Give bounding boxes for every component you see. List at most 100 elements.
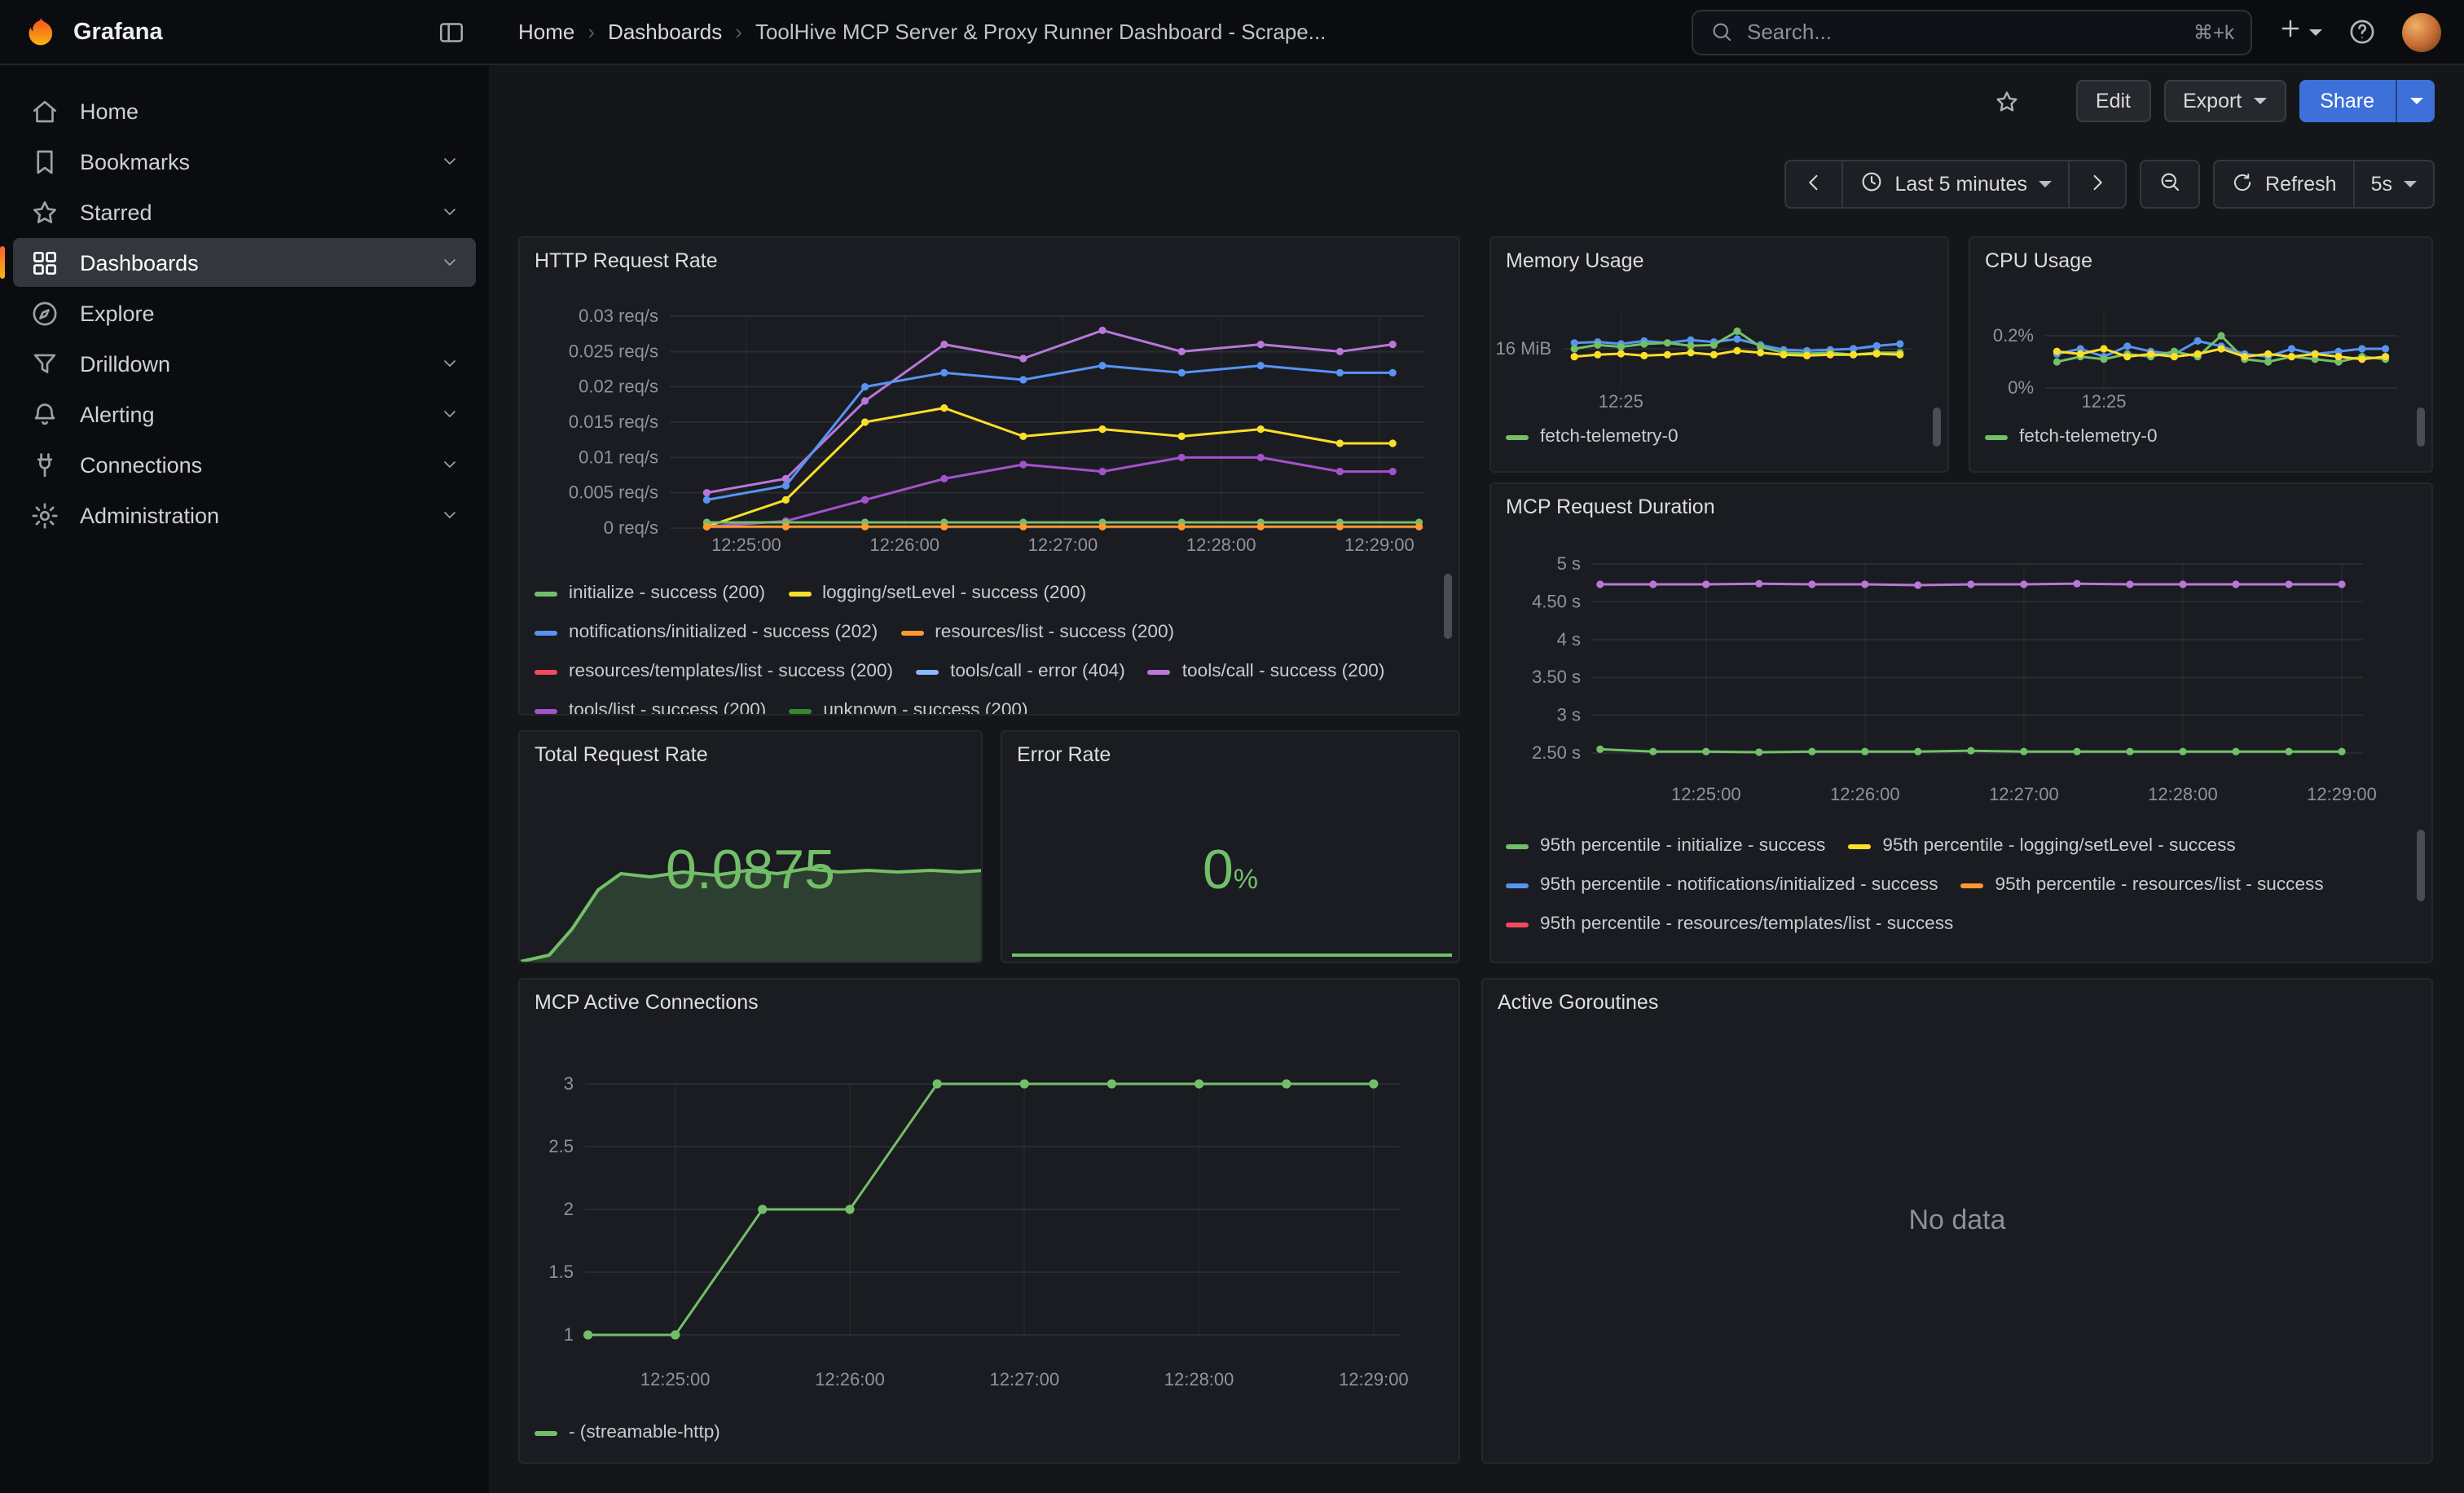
legend-scrollbar[interactable] — [2417, 830, 2425, 958]
legend-item[interactable]: 95th percentile - resources/templates/li… — [1506, 905, 1953, 944]
svg-text:0.025 req/s: 0.025 req/s — [569, 341, 658, 361]
sidebar-item-drilldown[interactable]: Drilldown — [13, 339, 476, 388]
legend-item[interactable]: initialize - success (200) — [535, 574, 765, 613]
legend-item[interactable]: 95th percentile - logging/setLevel - suc… — [1848, 826, 2235, 865]
panel-title[interactable]: Active Goroutines — [1498, 991, 1658, 1014]
user-avatar[interactable] — [2402, 12, 2441, 51]
sidebar-item-home[interactable]: Home — [13, 86, 476, 135]
chevron-down-icon[interactable] — [440, 505, 460, 525]
legend-item[interactable]: fetch-telemetry-0 — [1506, 417, 1679, 456]
legend-label: logging/setLevel - success (200) — [822, 584, 1086, 603]
sidebar-item-starred[interactable]: Starred — [13, 187, 476, 236]
search-input[interactable] — [1747, 20, 2180, 44]
legend-scrollbar[interactable] — [1933, 407, 1941, 466]
legend-item[interactable]: tools/list - success (200) — [535, 691, 766, 714]
legend-item[interactable]: resources/templates/list - success (200) — [535, 652, 893, 691]
share-caret-button[interactable] — [2396, 80, 2435, 122]
panel-title[interactable]: Total Request Rate — [535, 743, 708, 766]
legend-item[interactable]: logging/setLevel - success (200) — [788, 574, 1086, 613]
breadcrumb: Home›Dashboards›ToolHive MCP Server & Pr… — [518, 20, 1326, 44]
legend-item[interactable]: tools/call - error (404) — [916, 652, 1125, 691]
chevron-down-icon[interactable] — [440, 354, 460, 373]
scrollbar-thumb[interactable] — [1933, 407, 1941, 447]
mcp-active-connections-chart[interactable]: 12:25:0012:26:0012:27:0012:28:0012:29:00… — [520, 980, 1460, 1464]
legend: initialize - success (200) logging/setLev… — [535, 574, 1432, 714]
zoom-out-button[interactable] — [2140, 160, 2200, 209]
panel-title[interactable]: MCP Active Connections — [535, 991, 759, 1014]
panel-title[interactable]: HTTP Request Rate — [535, 249, 718, 272]
home-icon — [29, 95, 60, 126]
legend-scrollbar[interactable] — [1444, 574, 1452, 711]
legend-scrollbar[interactable] — [2417, 407, 2425, 466]
edit-button[interactable]: Edit — [2076, 80, 2150, 122]
chevron-down-icon[interactable] — [440, 253, 460, 272]
legend-item[interactable]: tools/call - success (200) — [1148, 652, 1385, 691]
compass-icon — [29, 297, 60, 328]
stat-value: 0% — [1002, 839, 1459, 903]
share-button[interactable]: Share — [2299, 80, 2435, 122]
legend-item[interactable]: - (streamable-http) — [535, 1413, 720, 1452]
panel-title[interactable]: MCP Request Duration — [1506, 495, 1715, 518]
svg-text:12:26:00: 12:26:00 — [1830, 784, 1900, 804]
refresh-interval-picker[interactable]: 5s — [2355, 160, 2435, 209]
chevron-down-icon[interactable] — [440, 404, 460, 424]
breadcrumb-item-home[interactable]: Home — [518, 20, 574, 44]
legend-swatch — [535, 708, 557, 713]
grafana-logo-icon[interactable] — [23, 14, 59, 50]
svg-text:3.50 s: 3.50 s — [1532, 667, 1581, 687]
legend-item[interactable]: notifications/initialized - success (202… — [535, 613, 878, 652]
panel-title[interactable]: Error Rate — [1017, 743, 1111, 766]
time-back-button[interactable] — [1784, 160, 1842, 209]
search-box[interactable]: ⌘+k — [1692, 9, 2252, 55]
chevron-down-icon[interactable] — [440, 202, 460, 222]
sidebar-item-alerting[interactable]: Alerting — [13, 390, 476, 438]
share-label[interactable]: Share — [2299, 80, 2396, 122]
help-icon[interactable] — [2347, 16, 2378, 47]
sidebar-item-connections[interactable]: Connections — [13, 440, 476, 489]
legend-swatch — [788, 591, 811, 596]
svg-text:2.5: 2.5 — [548, 1136, 574, 1156]
time-range-picker[interactable]: Last 5 minutes — [1842, 160, 2070, 209]
new-button[interactable] — [2277, 14, 2322, 50]
legend-label: tools/call - error (404) — [950, 662, 1125, 681]
panel-title[interactable]: CPU Usage — [1985, 249, 2092, 272]
legend-item[interactable]: unknown - success (200) — [789, 691, 1027, 714]
sidebar-item-label: Connections — [80, 452, 202, 477]
favorite-star-icon[interactable] — [1993, 87, 2021, 115]
star-icon — [29, 196, 60, 227]
scrollbar-thumb[interactable] — [1444, 574, 1452, 639]
scrollbar-thumb[interactable] — [2417, 407, 2425, 447]
svg-text:0.005 req/s: 0.005 req/s — [569, 482, 658, 503]
sidebar-item-dashboards[interactable]: Dashboards — [13, 238, 476, 287]
legend-item[interactable]: 95th percentile - notifications/initiali… — [1506, 865, 1938, 905]
svg-text:12:29:00: 12:29:00 — [1344, 535, 1415, 555]
time-forward-button[interactable] — [2070, 160, 2127, 209]
chevron-down-icon[interactable] — [440, 152, 460, 171]
breadcrumb-item-dashboards[interactable]: Dashboards — [608, 20, 722, 44]
search-shortcut: ⌘+k — [2193, 20, 2234, 43]
panel-title[interactable]: Memory Usage — [1506, 249, 1644, 272]
svg-text:12:27:00: 12:27:00 — [1989, 784, 2059, 804]
breadcrumb-item-toolhive-mcp-server-prox[interactable]: ToolHive MCP Server & Proxy Runner Dashb… — [755, 20, 1326, 44]
sidebar-item-bookmarks[interactable]: Bookmarks — [13, 137, 476, 186]
legend-item[interactable]: fetch-telemetry-0 — [1985, 417, 2158, 456]
legend-item[interactable]: 95th percentile - resources/list - succe… — [1961, 865, 2324, 905]
sidebar-toggle-icon[interactable] — [437, 17, 466, 46]
chevron-down-icon[interactable] — [440, 455, 460, 474]
sidebar-item-explore[interactable]: Explore — [13, 288, 476, 337]
export-button[interactable]: Export — [2163, 80, 2286, 122]
scrollbar-thumb[interactable] — [2417, 830, 2425, 901]
sidebar-item-label: Drilldown — [80, 351, 170, 376]
sidebar-item-label: Dashboards — [80, 250, 199, 275]
svg-text:12:26:00: 12:26:00 — [815, 1369, 885, 1390]
legend: 95th percentile - initialize - success95… — [1506, 826, 2405, 962]
legend-item[interactable]: resources/list - success (200) — [900, 613, 1174, 652]
sidebar-item-administration[interactable]: Administration — [13, 491, 476, 540]
svg-text:3: 3 — [564, 1073, 574, 1094]
svg-text:12:27:00: 12:27:00 — [989, 1369, 1059, 1390]
legend-swatch — [916, 669, 939, 674]
svg-text:12:28:00: 12:28:00 — [1186, 535, 1256, 555]
svg-text:4.50 s: 4.50 s — [1532, 591, 1581, 611]
legend-item[interactable]: 95th percentile - initialize - success — [1506, 826, 1825, 865]
refresh-button[interactable]: Refresh — [2213, 160, 2355, 209]
